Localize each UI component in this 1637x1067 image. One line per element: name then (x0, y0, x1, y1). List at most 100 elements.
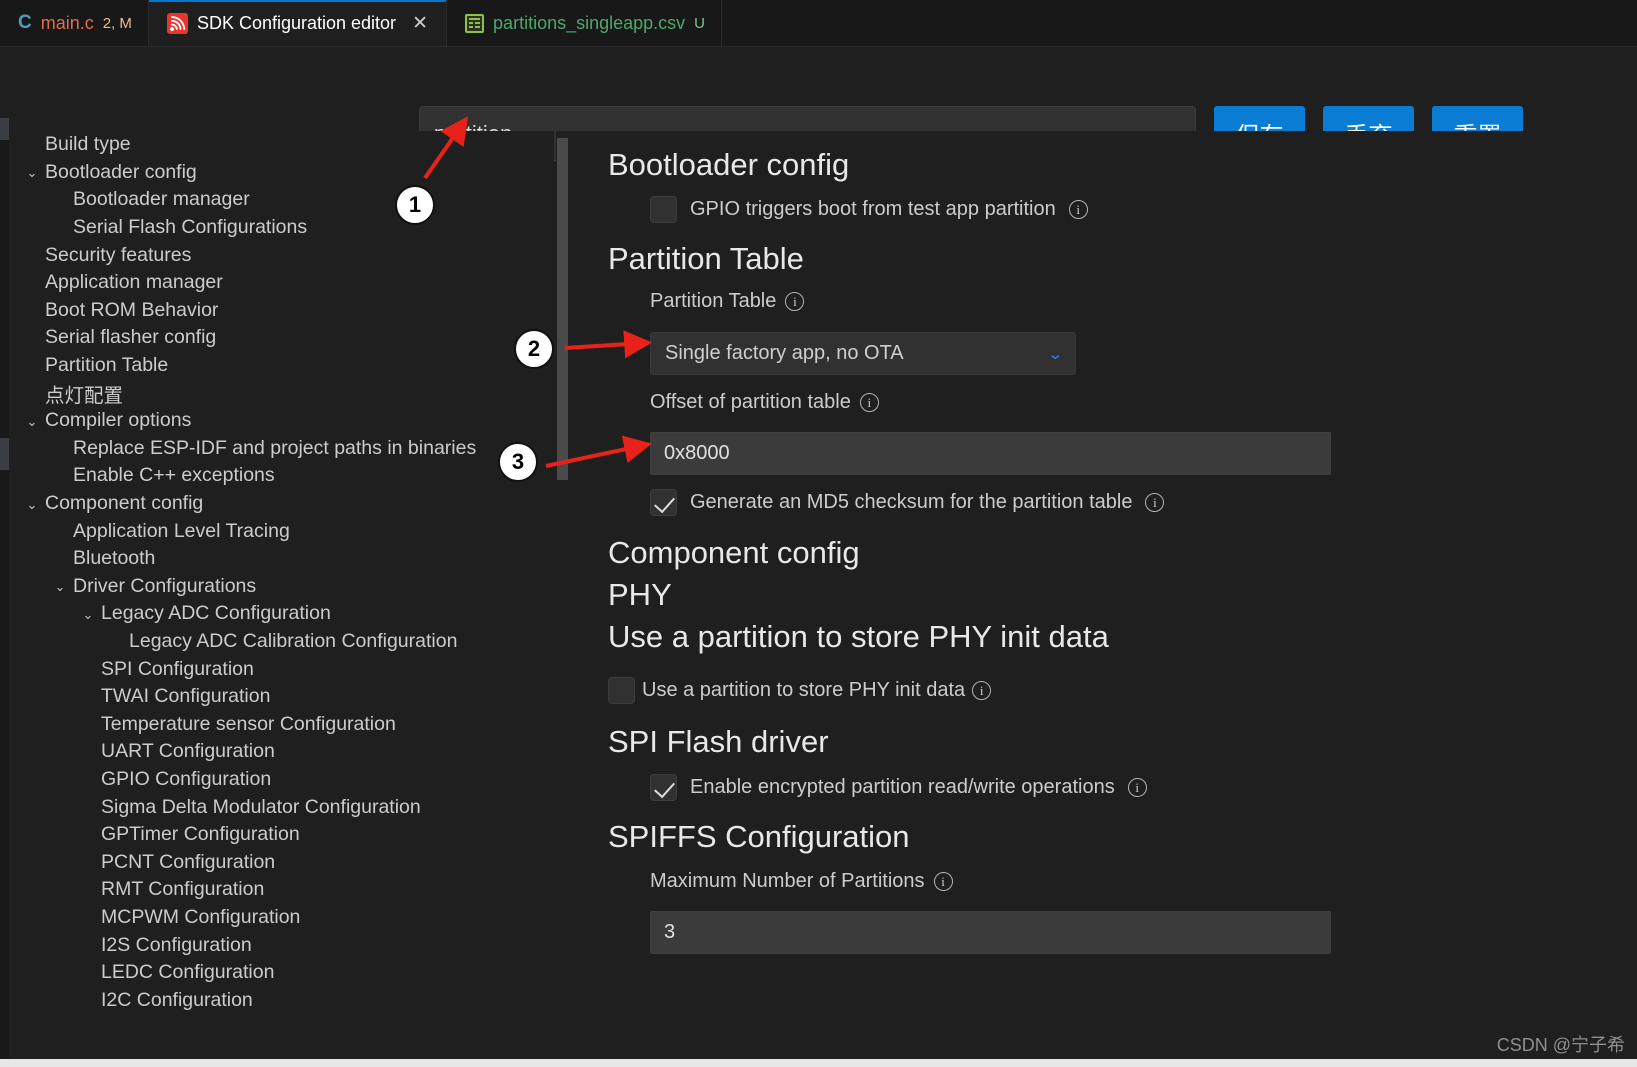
field-label-text: Maximum Number of Partitions (650, 869, 925, 892)
chevron-down-icon[interactable]: ⌄ (21, 162, 43, 184)
sidebar-item[interactable]: ⌄GPIO Configuration (9, 766, 554, 794)
use-partition-phy-init-data-checkbox[interactable] (608, 677, 635, 705)
sidebar-item[interactable]: ⌄Application Level Tracing (9, 517, 554, 545)
section-title-spiffs-configuration: SPIFFS Configuration (608, 819, 910, 855)
editor-toolbar: 保存 丢弃 重置 (0, 47, 1637, 161)
sidebar-item-label: Temperature sensor Configuration (101, 712, 396, 735)
sidebar-item[interactable]: ⌄ Driver Configurations (9, 573, 554, 601)
sidebar-item[interactable]: ⌄点灯配置 (9, 379, 554, 407)
generate-md5-checksum-checkbox[interactable] (650, 489, 677, 517)
sidebar-item[interactable]: ⌄GPTimer Configuration (9, 821, 554, 849)
chevron-down-icon: ⌄ (1047, 345, 1064, 363)
sidebar-item[interactable]: ⌄Sigma Delta Modulator Configuration (9, 793, 554, 821)
chevron-down-icon[interactable]: ⌄ (77, 604, 99, 626)
left-strip-marker-top[interactable] (0, 118, 9, 140)
info-icon[interactable]: i (933, 871, 953, 891)
sidebar-item[interactable]: ⌄ Bootloader config (9, 159, 554, 187)
sidebar-item-label: Security features (45, 243, 192, 266)
sidebar-item[interactable]: ⌄Serial flasher config (9, 324, 554, 352)
sidebar-item-label: Component config (45, 492, 204, 515)
sdk-configuration-editor-window: C main.c 2, M SDK Configuration editor ✕ (0, 0, 1637, 1067)
sidebar-item[interactable]: ⌄I2S Configuration (9, 931, 554, 959)
chevron-down-icon[interactable]: ⌄ (21, 411, 43, 433)
tab-main-c[interactable]: C main.c 2, M (0, 0, 149, 46)
sidebar-item-label: Build type (45, 133, 131, 156)
sidebar-item-label: Serial flasher config (45, 326, 217, 349)
info-icon[interactable]: i (972, 681, 992, 701)
info-icon[interactable]: i (1145, 493, 1165, 513)
espressif-logo-icon (166, 12, 188, 34)
sidebar-item[interactable]: ⌄TWAI Configuration (9, 683, 554, 711)
config-tree-sidebar[interactable]: ⌄Build type⌄Bootloader config⌄Bootloader… (9, 131, 554, 1067)
setting-use-partition-phy-init-data[interactable]: Use a partition to store PHY init data i (569, 677, 1637, 705)
sidebar-item-label: Compiler options (45, 409, 192, 432)
enable-encrypted-partition-rw-checkbox[interactable] (650, 774, 677, 802)
setting-generate-md5-checksum[interactable]: Generate an MD5 checksum for the partiti… (569, 489, 1637, 517)
sidebar-item-label: TWAI Configuration (101, 685, 271, 708)
sidebar-item[interactable]: ⌄Partition Table (9, 352, 554, 380)
tab-status-suffix: 2, M (102, 14, 132, 32)
editor-left-edge-strip (0, 118, 9, 1067)
partition-table-select[interactable]: Single factory app, no OTA ⌄ (650, 332, 1076, 376)
sidebar-item[interactable]: ⌄Legacy ADC Calibration Configuration (9, 628, 554, 656)
sidebar-item-label: Application Level Tracing (73, 519, 290, 542)
section-title-use-partition-phy-init-data: Use a partition to store PHY init data (608, 618, 1109, 654)
sidebar-item[interactable]: ⌄ Component config (9, 490, 554, 518)
close-icon[interactable]: ✕ (410, 14, 430, 33)
sidebar-item-label: Driver Configurations (73, 574, 257, 597)
sidebar-item[interactable]: ⌄Boot ROM Behavior (9, 297, 554, 325)
sidebar-item[interactable]: ⌄PCNT Configuration (9, 848, 554, 876)
sidebar-item[interactable]: ⌄ Legacy ADC Configuration (9, 600, 554, 628)
sidebar-item[interactable]: ⌄UART Configuration (9, 738, 554, 766)
sidebar-item[interactable]: ⌄ Compiler options (9, 407, 554, 435)
annotation-badge-2: 2 (514, 329, 554, 369)
sidebar-item-label: Legacy ADC Configuration (101, 602, 331, 625)
sidebar-item[interactable]: ⌄Bootloader manager (9, 186, 554, 214)
sidebar-item-label: I2C Configuration (101, 988, 253, 1011)
section-title-phy: PHY (608, 577, 672, 613)
sidebar-item-label: LEDC Configuration (101, 961, 275, 984)
setting-enable-encrypted-partition-rw[interactable]: Enable encrypted partition read/write op… (569, 774, 1637, 802)
sidebar-item[interactable]: ⌄Application manager (9, 269, 554, 297)
sidebar-item[interactable]: ⌄Serial Flash Configurations (9, 214, 554, 242)
sidebar-item[interactable]: ⌄Temperature sensor Configuration (9, 710, 554, 738)
setting-label: GPIO triggers boot from test app partiti… (690, 197, 1056, 220)
sidebar-item[interactable]: ⌄SPI Configuration (9, 655, 554, 683)
sidebar-item[interactable]: ⌄Security features (9, 241, 554, 269)
info-icon[interactable]: i (859, 393, 879, 413)
sidebar-item[interactable]: ⌄Bluetooth (9, 545, 554, 573)
sidebar-item-label: Application manager (45, 271, 223, 294)
left-strip-marker-bottom[interactable] (0, 438, 9, 470)
gpio-triggers-boot-checkbox[interactable] (650, 195, 677, 223)
tab-sdk-configuration-editor[interactable]: SDK Configuration editor ✕ (148, 0, 448, 46)
field-label-maximum-number-of-partitions: Maximum Number of Partitions i (569, 870, 1637, 893)
info-icon[interactable]: i (785, 292, 805, 312)
chevron-down-icon[interactable]: ⌄ (21, 494, 43, 516)
tab-partitions-singleapp-csv[interactable]: partitions_singleapp.csv U (447, 0, 723, 46)
chevron-down-icon[interactable]: ⌄ (49, 576, 71, 598)
sidebar-item-label: I2S Configuration (101, 933, 252, 956)
bottom-edge-bar (0, 1059, 1637, 1067)
sidebar-item[interactable]: ⌄Replace ESP-IDF and project paths in bi… (9, 435, 554, 463)
sidebar-item[interactable]: ⌄MCPWM Configuration (9, 904, 554, 932)
sidebar-item[interactable]: ⌄Build type (9, 131, 554, 159)
sidebar-item[interactable]: ⌄I2C Configuration (9, 986, 554, 1014)
config-detail-panel: Bootloader config GPIO triggers boot fro… (569, 131, 1637, 1067)
tree-scrollbar-thumb[interactable] (557, 138, 568, 480)
sidebar-item-label: Replace ESP-IDF and project paths in bin… (73, 436, 477, 459)
section-title-partition-table: Partition Table (608, 240, 804, 276)
offset-of-partition-table-input[interactable] (650, 432, 1331, 476)
sidebar-item[interactable]: ⌄RMT Configuration (9, 876, 554, 904)
tree-scrollbar[interactable] (556, 131, 569, 1067)
sidebar-item[interactable]: ⌄LEDC Configuration (9, 959, 554, 987)
annotation-badge-3: 3 (498, 442, 538, 482)
setting-gpio-triggers-boot[interactable]: GPIO triggers boot from test app partiti… (569, 195, 1637, 223)
sidebar-item-label: Boot ROM Behavior (45, 298, 219, 321)
info-icon[interactable]: i (1068, 199, 1088, 219)
info-icon[interactable]: i (1127, 778, 1147, 798)
sidebar-item-label: MCPWM Configuration (101, 905, 301, 928)
sidebar-item[interactable]: ⌄Enable C++ exceptions (9, 462, 554, 490)
maximum-number-of-partitions-input[interactable] (650, 910, 1331, 954)
annotation-badge-1: 1 (395, 185, 435, 225)
sidebar-item-label: GPTimer Configuration (101, 823, 300, 846)
